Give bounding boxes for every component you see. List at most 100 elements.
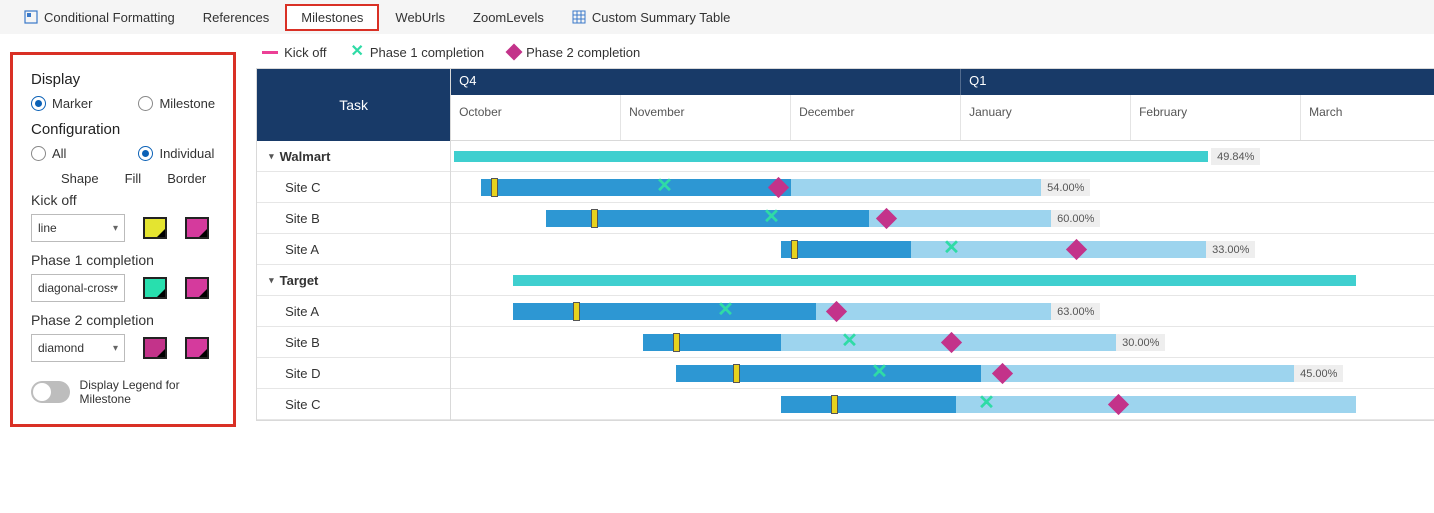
cross-icon: ✕ — [350, 44, 363, 60]
radio-icon — [138, 146, 153, 161]
task-row[interactable]: Site B — [257, 327, 450, 358]
header-border: Border — [167, 171, 206, 186]
radio-label: Marker — [52, 96, 92, 111]
task-row[interactable]: Site A — [257, 234, 450, 265]
progress-bar-dark — [513, 303, 816, 320]
timeline-row: 54.00%✕ — [451, 172, 1434, 203]
legend-toggle[interactable] — [31, 381, 70, 403]
radio-label: All — [52, 146, 66, 161]
month-header: October — [451, 95, 621, 140]
legend-kickoff: Kick off — [262, 45, 326, 60]
task-row[interactable]: Site C — [257, 389, 450, 420]
percent-label: 60.00% — [1051, 210, 1100, 227]
header-fill: Fill — [125, 171, 142, 186]
quarter-header: Q1 — [961, 69, 1434, 95]
month-header: March — [1301, 95, 1434, 140]
progress-bar-light — [791, 179, 1041, 196]
tab-milestones[interactable]: Milestones — [285, 4, 379, 31]
tab-zoomlevels[interactable]: ZoomLevels — [461, 4, 556, 31]
percent-label: 63.00% — [1051, 303, 1100, 320]
display-title: Display — [31, 71, 215, 88]
task-row[interactable]: ▾Walmart — [257, 141, 450, 172]
timeline-row: 45.00%✕ — [451, 358, 1434, 389]
progress-bar-light — [816, 303, 1051, 320]
progress-bar-light — [981, 365, 1294, 382]
task-row[interactable]: Site C — [257, 172, 450, 203]
radio-label: Individual — [159, 146, 214, 161]
radio-icon — [31, 96, 46, 111]
legend-phase1: ✕ Phase 1 completion — [350, 44, 484, 60]
tab-conditional-formatting[interactable]: Conditional Formatting — [12, 4, 187, 31]
kickoff-marker — [491, 178, 498, 197]
task-row[interactable]: ▾Target — [257, 265, 450, 296]
shape-select[interactable]: line ▾ — [31, 214, 125, 242]
phase1-marker: ✕ — [841, 331, 858, 351]
tab-label: References — [203, 10, 269, 25]
tab-label: WebUrls — [395, 10, 445, 25]
kickoff-marker — [673, 333, 680, 352]
header-shape: Shape — [61, 171, 99, 186]
milestone-name: Phase 1 completion — [31, 252, 215, 268]
border-swatch[interactable] — [185, 337, 209, 359]
tab-weburls[interactable]: WebUrls — [383, 4, 457, 31]
radio-individual[interactable]: Individual — [138, 146, 214, 161]
timeline: ⊗ Q4Q1 OctoberNovemberDecemberJanuaryFeb… — [451, 69, 1434, 420]
milestone-config-kickoff: Kick off line ▾ — [31, 192, 215, 242]
task-header: Task — [257, 69, 450, 141]
timeline-row: 63.00% ✕ — [451, 296, 1434, 327]
chevron-down-icon: ▾ — [113, 223, 118, 234]
line-icon — [262, 51, 278, 54]
radio-milestone[interactable]: Milestone — [138, 96, 215, 111]
task-row[interactable]: Site D — [257, 358, 450, 389]
radio-all[interactable]: All — [31, 146, 66, 161]
milestone-config-phase1: Phase 1 completion diagonal-cross ▾ — [31, 252, 215, 302]
kickoff-marker — [733, 364, 740, 383]
border-swatch[interactable] — [185, 277, 209, 299]
radio-label: Milestone — [159, 96, 215, 111]
chevron-down-icon: ▾ — [113, 283, 118, 294]
legend: Kick off ✕ Phase 1 completion Phase 2 co… — [256, 42, 1434, 68]
fill-swatch[interactable] — [143, 337, 167, 359]
tab-label: Custom Summary Table — [592, 10, 730, 25]
tab-custom-summary-table[interactable]: Custom Summary Table — [560, 4, 742, 31]
percent-label: 33.00% — [1206, 241, 1255, 258]
diamond-icon — [506, 44, 523, 61]
progress-bar-dark — [781, 396, 956, 413]
milestone-name: Phase 2 completion — [31, 312, 215, 328]
table-icon — [572, 10, 586, 24]
progress-bar-dark — [781, 241, 911, 258]
timeline-row: 49.84% — [451, 141, 1434, 172]
shape-select[interactable]: diagonal-cross ▾ — [31, 274, 125, 302]
legend-phase2: Phase 2 completion — [508, 45, 640, 60]
border-swatch[interactable] — [185, 217, 209, 239]
month-header: November — [621, 95, 791, 140]
progress-bar-light — [956, 396, 1356, 413]
phase1-marker: ✕ — [943, 238, 960, 258]
radio-marker[interactable]: Marker — [31, 96, 92, 111]
quarter-header: Q4 — [451, 69, 961, 95]
milestone-config-phase2: Phase 2 completion diamond ▾ — [31, 312, 215, 362]
fill-swatch[interactable] — [143, 277, 167, 299]
milestones-panel: Display Marker Milestone Configuration A… — [10, 52, 236, 427]
kickoff-marker — [831, 395, 838, 414]
task-row[interactable]: Site B — [257, 203, 450, 234]
phase1-marker: ✕ — [871, 362, 888, 382]
formatting-icon — [24, 10, 38, 24]
phase1-marker: ✕ — [717, 300, 734, 320]
kickoff-marker — [591, 209, 598, 228]
task-column: Task ▾WalmartSite CSite BSite A▾TargetSi… — [257, 69, 451, 420]
chevron-down-icon: ▾ — [113, 343, 118, 354]
tab-references[interactable]: References — [191, 4, 281, 31]
summary-bar — [454, 151, 1208, 162]
progress-bar-dark — [481, 179, 791, 196]
radio-icon — [31, 146, 46, 161]
config-headers: Shape Fill Border — [61, 171, 215, 186]
kickoff-marker — [791, 240, 798, 259]
progress-bar-dark — [676, 365, 981, 382]
month-header: February — [1131, 95, 1301, 140]
phase1-marker: ✕ — [763, 207, 780, 227]
fill-swatch[interactable] — [143, 217, 167, 239]
shape-select[interactable]: diamond ▾ — [31, 334, 125, 362]
phase1-marker: ✕ — [656, 176, 673, 196]
task-row[interactable]: Site A — [257, 296, 450, 327]
